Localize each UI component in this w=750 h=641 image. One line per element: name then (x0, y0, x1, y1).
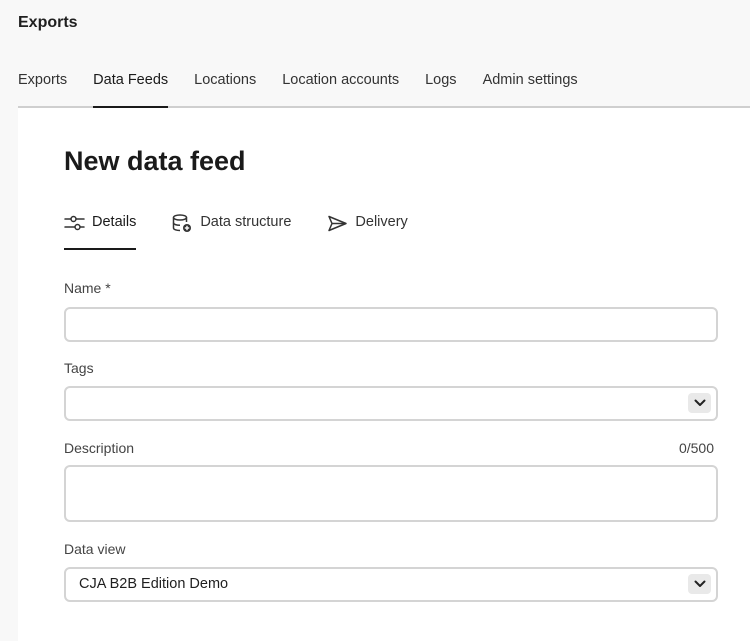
tab-admin-settings[interactable]: Admin settings (483, 70, 578, 106)
data-view-select[interactable]: CJA B2B Edition Demo (64, 567, 718, 602)
description-label: Description (64, 440, 135, 456)
subtab-delivery[interactable]: Delivery (327, 208, 408, 250)
subtab-data-structure-label: Data structure (200, 214, 292, 230)
data-view-label: Data view (64, 541, 126, 557)
description-textarea[interactable] (66, 467, 716, 520)
name-label: Name * (64, 280, 111, 296)
subtab-details[interactable]: Details (64, 208, 137, 250)
tab-exports[interactable]: Exports (18, 70, 67, 106)
content-panel: New data feed Details Data structure Del… (18, 108, 750, 641)
send-icon (327, 214, 348, 233)
chevron-down-icon (694, 580, 705, 587)
sliders-icon (64, 214, 85, 233)
chevron-down-icon (694, 399, 705, 406)
subtab-delivery-label: Delivery (355, 214, 408, 230)
description-field-box (64, 465, 718, 522)
subtab-data-structure[interactable]: Data structure (172, 208, 291, 250)
tab-logs[interactable]: Logs (425, 70, 456, 106)
page-title: New data feed (64, 146, 246, 176)
data-view-dropdown-button[interactable] (688, 574, 711, 594)
subtab-details-label: Details (92, 214, 137, 230)
tags-select[interactable] (64, 386, 718, 421)
tab-location-accounts[interactable]: Location accounts (282, 70, 399, 106)
sub-tab-bar: Details Data structure Delivery (64, 208, 444, 250)
name-input[interactable] (66, 309, 716, 340)
database-add-icon (172, 214, 193, 233)
top-tab-bar: Exports Data Feeds Locations Location ac… (18, 70, 750, 108)
description-char-counter: 0/500 (678, 440, 714, 456)
tab-data-feeds[interactable]: Data Feeds (93, 70, 168, 108)
name-field-box (64, 307, 718, 342)
data-view-value: CJA B2B Edition Demo (79, 576, 229, 592)
app-title: Exports (18, 14, 78, 31)
tab-locations[interactable]: Locations (194, 70, 256, 106)
tags-dropdown-button[interactable] (688, 393, 711, 413)
tags-label: Tags (64, 360, 94, 376)
